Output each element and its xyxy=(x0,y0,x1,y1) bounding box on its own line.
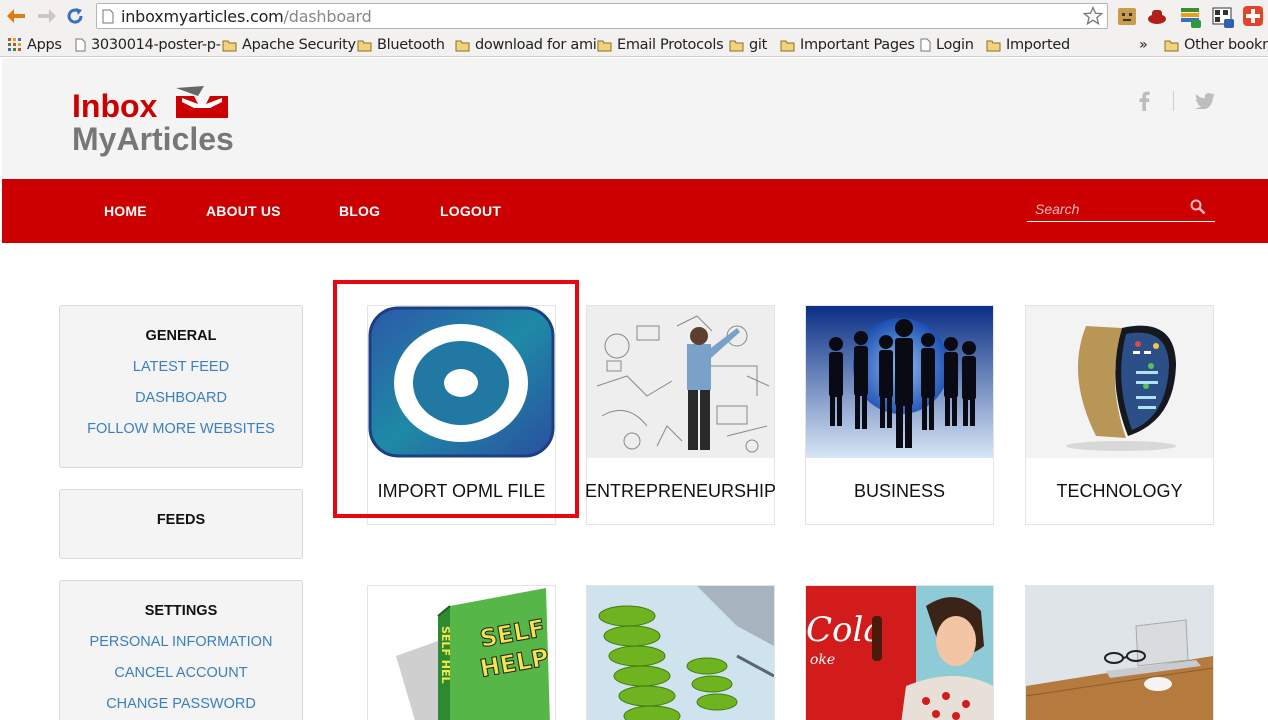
folder-icon xyxy=(597,40,612,51)
url-text: inboxmyarticles.com/dashboard xyxy=(121,7,372,26)
extension-plus-icon[interactable] xyxy=(1242,5,1264,27)
forward-arrow-icon xyxy=(38,9,56,23)
tile-self-help[interactable]: SELF HELP SELF HEL xyxy=(367,585,556,720)
nav-logout[interactable]: LOGOUT xyxy=(440,203,501,219)
extension-hat-icon[interactable] xyxy=(1146,5,1168,27)
tile-label: TECHNOLOGY xyxy=(1056,481,1183,501)
tile-entrepreneurship[interactable]: ENTREPRENEURSHIP xyxy=(585,305,776,525)
nav-about-us[interactable]: ABOUT US xyxy=(206,203,281,219)
folder-icon xyxy=(1164,40,1179,51)
sidebar-feeds-title: FEEDS xyxy=(156,512,206,528)
nav-home[interactable]: HOME xyxy=(104,203,147,219)
sidebar-settings: SETTINGS PERSONAL INFORMATION CANCEL ACC… xyxy=(59,580,303,720)
search-box xyxy=(1027,195,1215,222)
twitter-icon[interactable] xyxy=(1195,92,1215,114)
extension-qr-icon[interactable] xyxy=(1211,5,1234,28)
svg-text:Cola: Cola xyxy=(806,610,884,650)
extension-face-icon[interactable] xyxy=(1116,5,1138,27)
search-icon[interactable] xyxy=(1190,199,1206,215)
folder-icon xyxy=(986,40,1001,51)
sidebar-link-dashboard[interactable]: DASHBOARD xyxy=(60,390,302,406)
folder-icon xyxy=(357,40,372,51)
bookmark-git[interactable]: git xyxy=(729,36,767,54)
svg-text:oke: oke xyxy=(810,652,835,668)
bookmark-poster[interactable]: 3030014-poster-p- xyxy=(75,36,221,54)
main-navigation: HOME ABOUT US BLOG LOGOUT xyxy=(2,179,1268,243)
bookmark-download-for-ami[interactable]: download for ami xyxy=(455,36,597,54)
apps-grid-icon xyxy=(8,38,21,51)
social-divider xyxy=(1173,91,1174,111)
nav-blog[interactable]: BLOG xyxy=(339,203,380,219)
technology-image xyxy=(1026,306,1213,458)
page-icon xyxy=(75,38,86,52)
back-button[interactable] xyxy=(5,5,27,27)
search-input[interactable] xyxy=(1035,199,1185,219)
svg-text:MyArticles: MyArticles xyxy=(72,121,234,157)
sidebar-settings-title: SETTINGS xyxy=(144,603,218,619)
sidebar-feeds: FEEDS xyxy=(59,489,303,559)
folder-icon xyxy=(780,40,795,51)
tile-workspace[interactable] xyxy=(1025,585,1214,720)
bookmark-important-pages[interactable]: Important Pages xyxy=(780,36,915,54)
browser-toolbar: inboxmyarticles.com/dashboard xyxy=(0,0,1268,33)
svg-text:SELF HEL: SELF HEL xyxy=(439,626,452,684)
bookmark-email-protocols[interactable]: Email Protocols xyxy=(597,36,724,54)
bookmark-star-icon[interactable] xyxy=(1083,6,1103,26)
bookmarks-overflow-button[interactable]: » xyxy=(1139,36,1148,54)
tile-label: BUSINESS xyxy=(853,481,946,501)
entrepreneurship-image xyxy=(587,306,774,458)
extension-stack-icon[interactable] xyxy=(1179,5,1201,28)
facebook-icon[interactable] xyxy=(1137,91,1151,116)
self-help-image: SELF HELP SELF HEL xyxy=(368,586,555,720)
page-icon xyxy=(102,9,114,24)
sidebar-link-follow-more-websites[interactable]: FOLLOW MORE WEBSITES xyxy=(60,421,302,437)
bookmark-imported[interactable]: Imported xyxy=(986,36,1070,54)
sidebar-link-change-password[interactable]: CHANGE PASSWORD xyxy=(60,696,302,712)
sidebar-link-cancel-account[interactable]: CANCEL ACCOUNT xyxy=(60,665,302,681)
tile-label: ENTREPRENEURSHIP xyxy=(584,481,777,501)
site-logo[interactable]: Inbox MyArticles xyxy=(72,82,272,162)
sidebar-general-title: GENERAL xyxy=(145,328,217,344)
highlight-annotation xyxy=(333,280,579,518)
science-image xyxy=(587,586,774,720)
tile-science[interactable] xyxy=(586,585,775,720)
svg-text:Inbox: Inbox xyxy=(72,88,158,124)
address-bar[interactable]: inboxmyarticles.com/dashboard xyxy=(96,3,1108,29)
tile-marketing[interactable]: Cola oke xyxy=(805,585,994,720)
page-icon xyxy=(920,38,931,52)
folder-icon xyxy=(729,40,744,51)
other-bookmarks[interactable]: Other bookm xyxy=(1164,36,1268,54)
reload-icon xyxy=(67,8,83,24)
workspace-image xyxy=(1026,586,1213,720)
forward-button[interactable] xyxy=(36,5,58,27)
site-header: Inbox MyArticles xyxy=(2,58,1268,179)
bookmark-bluetooth[interactable]: Bluetooth xyxy=(357,36,445,54)
folder-icon xyxy=(222,40,237,51)
sidebar-link-latest-feed[interactable]: LATEST FEED xyxy=(60,359,302,375)
sidebar-link-personal-information[interactable]: PERSONAL INFORMATION xyxy=(60,634,302,650)
back-arrow-icon xyxy=(7,9,25,23)
tile-technology[interactable]: TECHNOLOGY xyxy=(1025,305,1214,525)
bookmark-apps[interactable]: Apps xyxy=(8,36,62,54)
bookmarks-bar: Apps 3030014-poster-p- Apache Security B… xyxy=(0,33,1268,57)
business-image xyxy=(806,306,993,458)
folder-icon xyxy=(455,40,470,51)
tile-business[interactable]: BUSINESS xyxy=(805,305,994,525)
bookmark-login[interactable]: Login xyxy=(920,36,974,54)
reload-button[interactable] xyxy=(64,5,86,27)
marketing-image: Cola oke xyxy=(806,586,993,720)
bookmark-apache-security[interactable]: Apache Security xyxy=(222,36,356,54)
sidebar-general: GENERAL LATEST FEED DASHBOARD FOLLOW MOR… xyxy=(59,305,303,468)
